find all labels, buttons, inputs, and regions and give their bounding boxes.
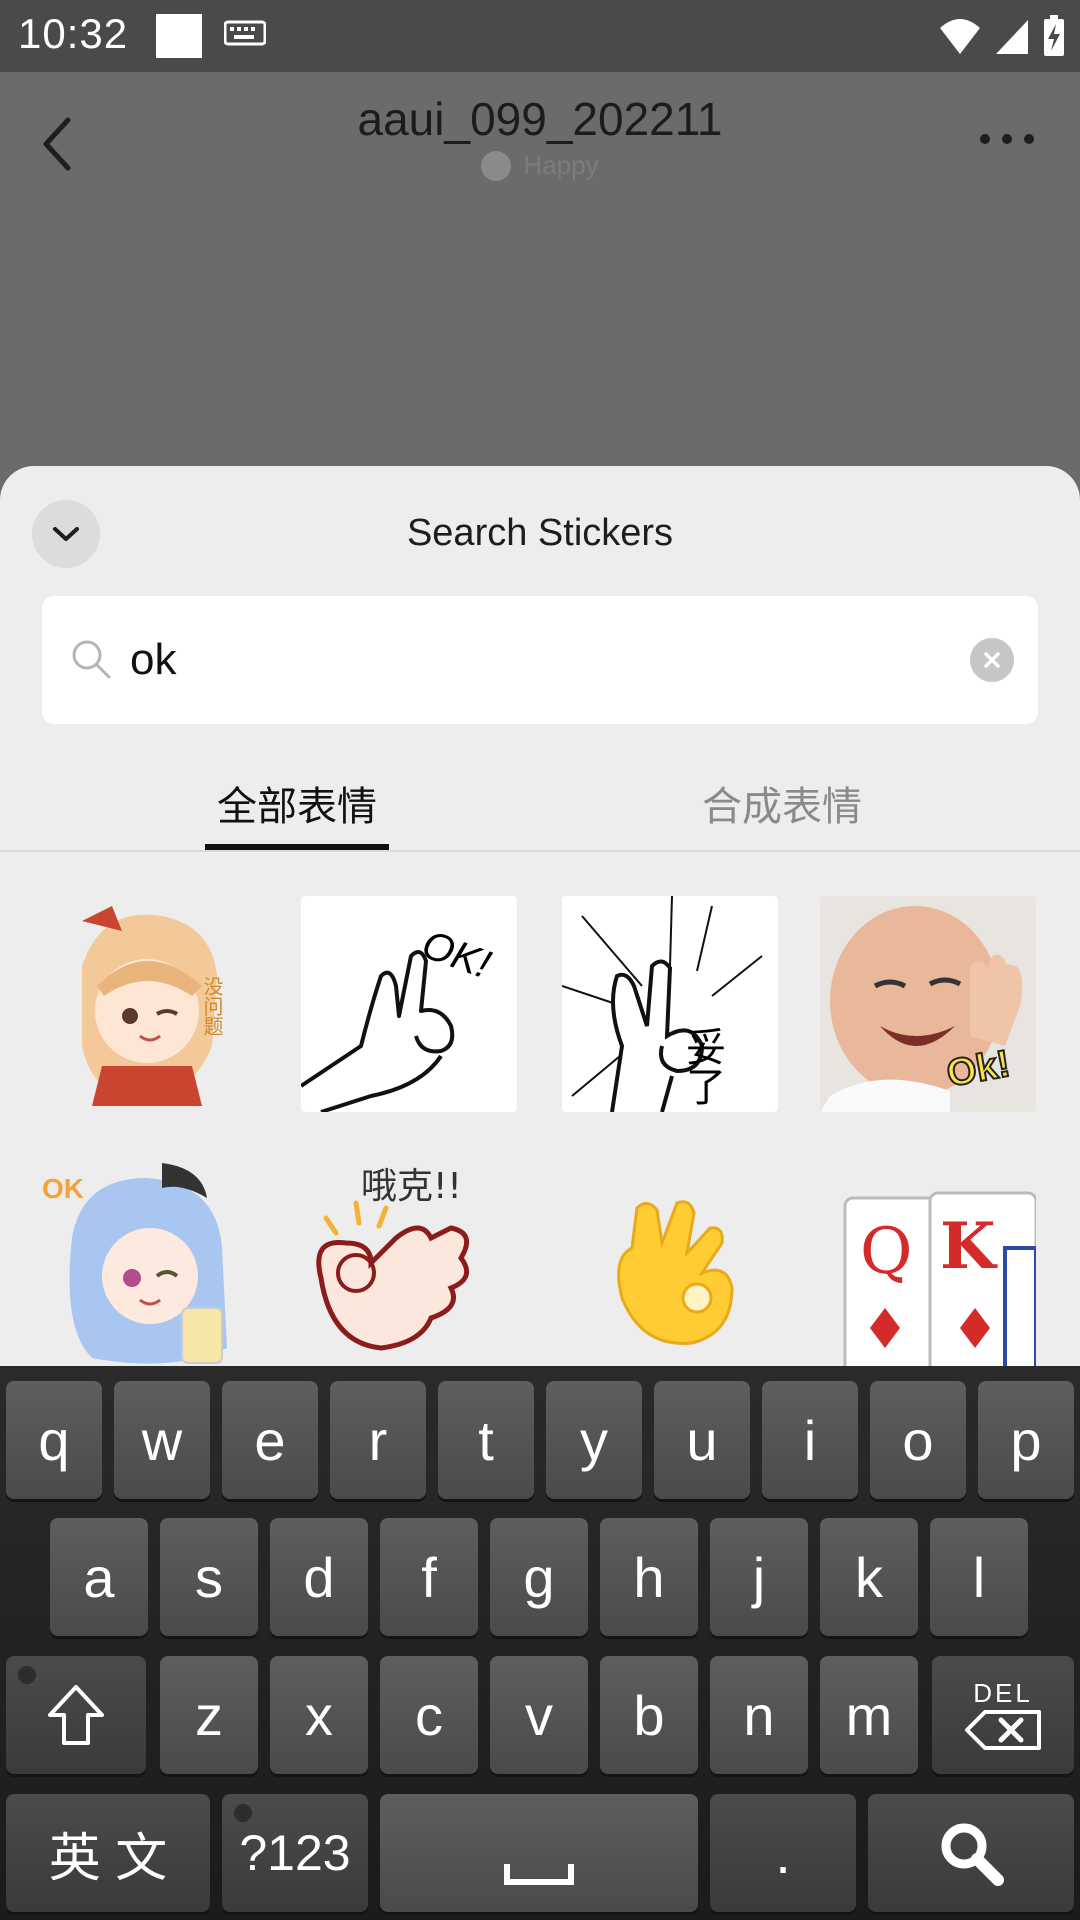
symbols-key-label: ?123 bbox=[239, 1825, 351, 1881]
backspace-icon bbox=[965, 1710, 1041, 1750]
key-n[interactable]: n bbox=[710, 1656, 808, 1774]
sticker-item[interactable]: OK! bbox=[301, 896, 517, 1112]
chat-status-text: Happy bbox=[523, 150, 599, 180]
clear-search-button[interactable] bbox=[970, 638, 1014, 682]
symbols-indicator bbox=[234, 1804, 252, 1822]
shift-arrow-icon bbox=[48, 1685, 104, 1745]
space-bar-icon bbox=[504, 1864, 574, 1885]
key-x[interactable]: x bbox=[270, 1656, 368, 1774]
anime-ok-sticker: OK bbox=[42, 1163, 227, 1364]
tab-all-stickers[interactable]: 全部表情 bbox=[205, 756, 389, 850]
sticker-caption: 没问题 bbox=[200, 976, 224, 1036]
sticker-tabs: 全部表情 合成表情 bbox=[0, 756, 1080, 852]
key-e[interactable]: e bbox=[222, 1381, 318, 1499]
sticker-item[interactable] bbox=[562, 1158, 778, 1374]
soft-keyboard: q w e r t y u i o p a s d f g h j k l z … bbox=[0, 1366, 1080, 1920]
ok-hand-manga-sticker: 妥了 bbox=[562, 896, 763, 1112]
notification-icon bbox=[156, 14, 202, 58]
tab-composite-stickers[interactable]: 合成表情 bbox=[690, 756, 874, 850]
key-l[interactable]: l bbox=[930, 1518, 1028, 1636]
chat-header: aaui_099_202211 Happy bbox=[0, 72, 1080, 192]
sticker-item[interactable]: 没问题 bbox=[42, 896, 258, 1112]
svg-text:Q: Q bbox=[860, 1215, 912, 1289]
sticker-caption: 哦克!! bbox=[361, 1166, 462, 1207]
sticker-caption: 妥了 bbox=[679, 1026, 725, 1106]
delete-key[interactable]: DEL bbox=[932, 1656, 1074, 1774]
wifi-icon bbox=[940, 19, 980, 54]
symbols-key[interactable]: ?123 bbox=[222, 1794, 368, 1912]
status-bar: 10:32 bbox=[0, 0, 1080, 72]
period-key[interactable]: . bbox=[710, 1794, 856, 1912]
screen: 10:32 aaui_099_202211 Happy Search Stick… bbox=[0, 0, 1080, 1920]
chat-title: aaui_099_202211 bbox=[357, 93, 723, 145]
key-t[interactable]: t bbox=[438, 1381, 534, 1499]
key-k[interactable]: k bbox=[820, 1518, 918, 1636]
sticker-item[interactable]: 妥了 bbox=[562, 896, 778, 1112]
key-i[interactable]: i bbox=[762, 1381, 858, 1499]
key-f[interactable]: f bbox=[380, 1518, 478, 1636]
happy-face-icon bbox=[481, 150, 512, 181]
search-input[interactable] bbox=[130, 626, 970, 694]
keyboard-icon bbox=[224, 20, 266, 46]
key-o[interactable]: o bbox=[870, 1381, 966, 1499]
ok-hand-emoji-sticker bbox=[617, 1200, 734, 1345]
baby-ok-sticker: Ok! bbox=[820, 906, 1023, 1112]
status-time: 10:32 bbox=[18, 10, 129, 57]
svg-text:K: K bbox=[940, 1209, 998, 1284]
signal-icon bbox=[996, 20, 1028, 54]
key-w[interactable]: w bbox=[114, 1381, 210, 1499]
ok-hand-drawing-sticker: OK! bbox=[301, 922, 496, 1112]
key-j[interactable]: j bbox=[710, 1518, 808, 1636]
close-icon bbox=[984, 652, 1000, 668]
key-b[interactable]: b bbox=[600, 1656, 698, 1774]
key-d[interactable]: d bbox=[270, 1518, 368, 1636]
ok-hand-cartoon-sticker: 哦克!! bbox=[316, 1166, 470, 1351]
anime-girl-sticker: 没问题 bbox=[82, 906, 224, 1106]
sticker-item[interactable]: 哦克!! bbox=[301, 1158, 517, 1374]
key-c[interactable]: c bbox=[380, 1656, 478, 1774]
key-u[interactable]: u bbox=[654, 1381, 750, 1499]
battery-icon bbox=[1044, 15, 1064, 56]
key-q[interactable]: q bbox=[6, 1381, 102, 1499]
delete-key-label: DEL bbox=[973, 1678, 1033, 1708]
language-key[interactable]: 英 文 bbox=[6, 1794, 210, 1912]
key-r[interactable]: r bbox=[330, 1381, 426, 1499]
space-key[interactable] bbox=[380, 1794, 698, 1912]
key-v[interactable]: v bbox=[490, 1656, 588, 1774]
key-a[interactable]: a bbox=[50, 1518, 148, 1636]
chat-status: Happy bbox=[0, 150, 1080, 188]
tab-indicator bbox=[205, 844, 389, 850]
key-p[interactable]: p bbox=[978, 1381, 1074, 1499]
search-icon bbox=[72, 640, 111, 679]
key-s[interactable]: s bbox=[160, 1518, 258, 1636]
sticker-item[interactable]: Q K bbox=[820, 1158, 1036, 1374]
sticker-item[interactable]: Ok! bbox=[820, 896, 1036, 1112]
playing-cards-sticker: Q K bbox=[843, 1191, 1036, 1374]
sticker-caption: OK bbox=[42, 1173, 84, 1204]
key-y[interactable]: y bbox=[546, 1381, 642, 1499]
key-g[interactable]: g bbox=[490, 1518, 588, 1636]
key-h[interactable]: h bbox=[600, 1518, 698, 1636]
search-icon bbox=[941, 1823, 1004, 1886]
search-box[interactable] bbox=[42, 596, 1038, 724]
shift-indicator bbox=[18, 1666, 36, 1684]
shift-key[interactable] bbox=[6, 1656, 146, 1774]
sticker-item[interactable]: OK bbox=[42, 1158, 258, 1374]
key-z[interactable]: z bbox=[160, 1656, 258, 1774]
sticker-caption: OK! bbox=[416, 922, 496, 987]
more-options-icon[interactable] bbox=[980, 134, 1034, 148]
search-key[interactable] bbox=[868, 1794, 1074, 1912]
key-m[interactable]: m bbox=[820, 1656, 918, 1774]
panel-title: Search Stickers bbox=[406, 512, 674, 554]
